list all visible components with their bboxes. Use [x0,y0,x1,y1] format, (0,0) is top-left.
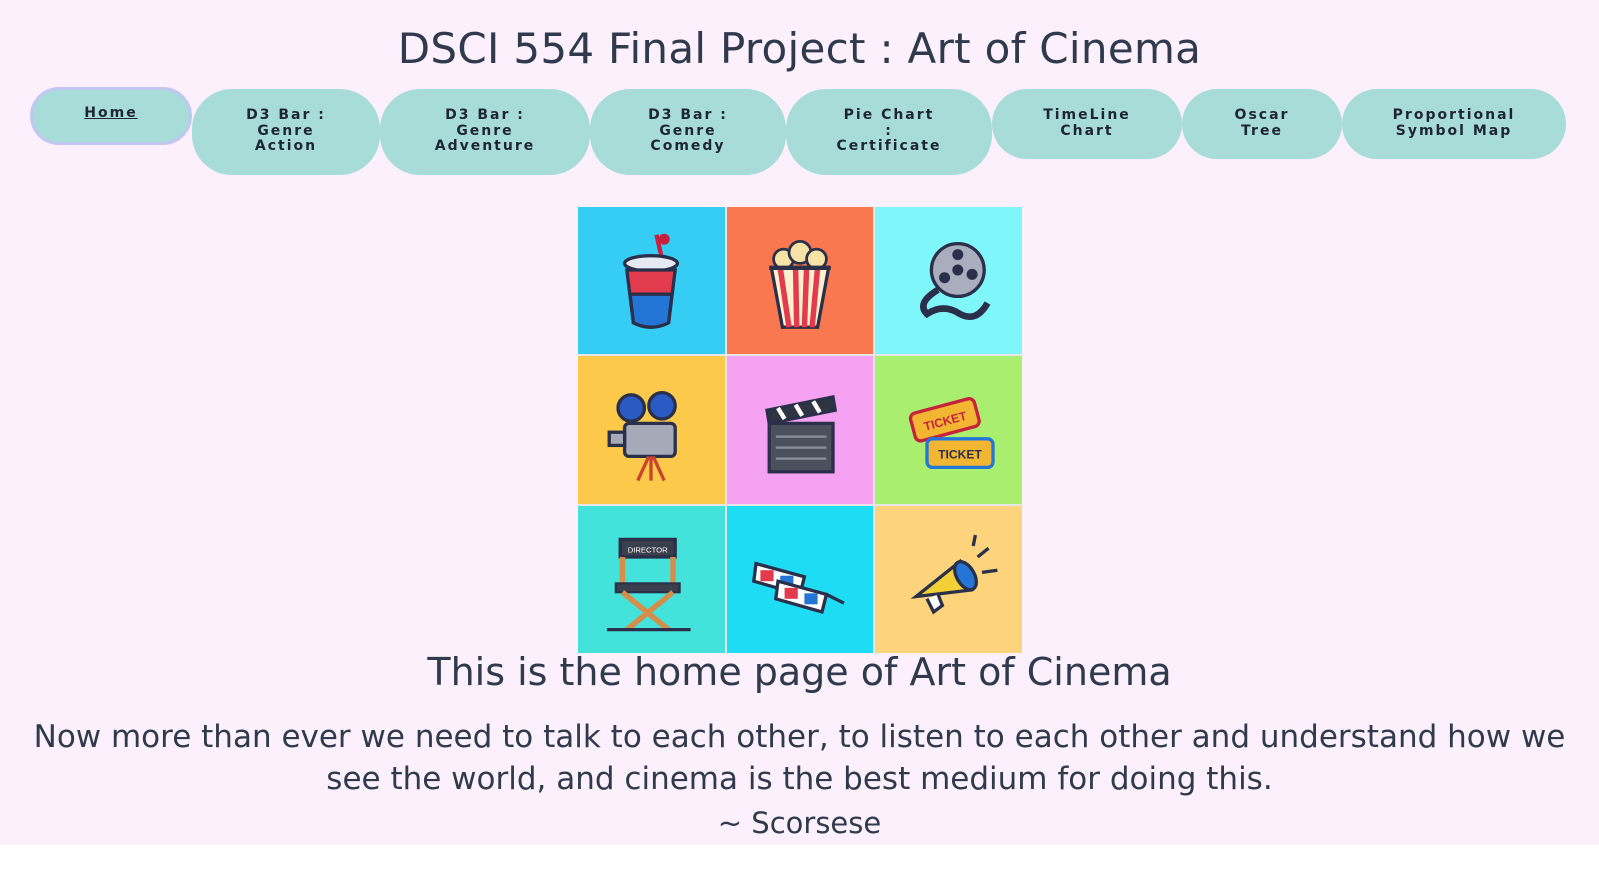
nav-home-label: Home [84,105,138,121]
nav-bar-action-label: D3 Bar : Genre Action [246,107,326,154]
chair-text: DIRECTOR [628,546,668,555]
nav-timeline-button[interactable]: TimeLine Chart [992,89,1182,159]
tile-3d-glasses [726,505,874,653]
soda-cup-icon [623,233,680,329]
movie-camera-icon [607,390,678,482]
tickets-icon: TICKET TICKET [908,396,995,470]
nav-pie-chart-button[interactable]: Pie Chart : Certificate [786,89,992,175]
tile-popcorn [726,207,874,355]
nav-oscar-tree-button[interactable]: Oscar Tree [1182,89,1342,159]
tile-clapperboard [726,356,874,504]
nav-bar-action-button[interactable]: D3 Bar : Genre Action [192,89,380,175]
director-chair-icon: DIRECTOR [607,538,691,633]
clapperboard-icon [765,395,838,474]
popcorn-icon [769,239,831,329]
tile-director-chair: DIRECTOR [578,505,725,653]
main-nav: Home D3 Bar : Genre Action D3 Bar : Genr… [0,0,1599,180]
film-reel-icon [919,241,991,320]
nav-home-button[interactable]: Home [30,87,192,145]
nav-bar-adventure-button[interactable]: D3 Bar : Genre Adventure [380,89,590,175]
nav-bar-comedy-label: D3 Bar : Genre Comedy [648,107,728,154]
footer-strip [0,845,1599,877]
tile-tickets: TICKET TICKET [875,356,1022,504]
quote-line-1: Now more than ever we need to talk to ea… [33,719,1566,755]
quote-line-2: see the world, and cinema is the best me… [326,761,1273,797]
megaphone-icon [910,534,998,615]
home-headline: This is the home page of Art of Cinema [427,650,1172,694]
nav-pie-chart-label: Pie Chart : Certificate [836,107,942,154]
nav-symbol-map-label: Proportional Symbol Map [1392,107,1516,139]
tile-film-reel [875,207,1022,355]
nav-oscar-tree-label: Oscar Tree [1234,107,1290,139]
tile-movie-camera [578,356,725,504]
nav-timeline-label: TimeLine Chart [1043,107,1131,139]
nav-bar-comedy-button[interactable]: D3 Bar : Genre Comedy [590,89,786,175]
nav-bar-adventure-label: D3 Bar : Genre Adventure [434,107,536,154]
cinema-collage-image: TICKET TICKET DIRECTOR [578,207,1022,653]
3d-glasses-icon [751,561,845,615]
tile-soda [578,207,725,355]
quote-text: Now more than ever we need to talk to ea… [0,716,1599,800]
nav-symbol-map-button[interactable]: Proportional Symbol Map [1342,89,1566,159]
tile-megaphone [875,505,1022,653]
quote-author: ~ Scorsese [717,806,882,840]
ticket-text-2: TICKET [938,448,982,462]
